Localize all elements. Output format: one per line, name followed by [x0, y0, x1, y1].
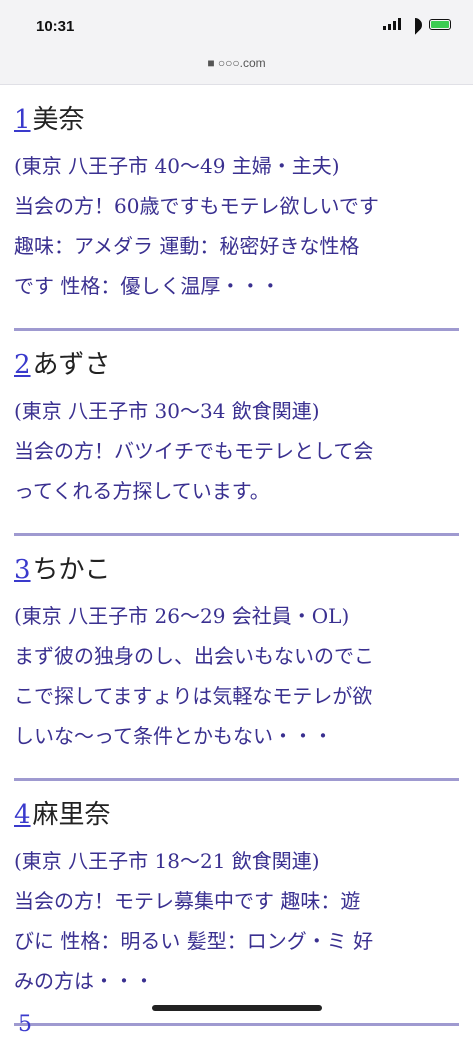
entry-title: 4麻里奈 — [14, 795, 459, 835]
entry-name: 美奈 — [32, 105, 85, 135]
entry-desc-line: こで探してますょりは気軽なモテレが欲 — [14, 684, 373, 708]
status-time: 10:31 — [36, 18, 75, 35]
divider — [14, 1023, 459, 1026]
status-bar: 10:31 — [0, 0, 473, 48]
divider — [14, 533, 459, 536]
signal-icon — [383, 18, 401, 30]
divider — [14, 328, 459, 331]
url-text[interactable]: ■ ○○○.com — [0, 56, 473, 70]
browser-url-bar[interactable]: ■ ○○○.com — [0, 48, 473, 85]
entry-name: ちかこ — [32, 555, 111, 585]
entry-desc-line: みの方は・・・ — [14, 969, 154, 993]
profile-list: 1美奈 (東京 八王子市 40〜49 主婦・主夫) 当会の方！60歳ですもモテレ… — [14, 92, 459, 1040]
list-item: 1美奈 (東京 八王子市 40〜49 主婦・主夫) 当会の方！60歳ですもモテレ… — [14, 100, 459, 316]
url-value: ■ ○○○.com — [207, 56, 266, 70]
entry-desc-line: びに 性格：明るい 髪型：ロング・ミ 好 — [14, 929, 374, 953]
entry-title: 3ちかこ — [14, 550, 459, 590]
entry-name: 麻里奈 — [32, 800, 111, 830]
entry-desc-line: 当会の方！バツイチでもモテレとして会 — [14, 439, 374, 463]
entry-desc-line: 当会の方！モテレ募集中です 趣味：遊 — [14, 889, 361, 913]
entry-desc-line: まず彼の独身のし、出会いもないのでこ — [14, 644, 374, 668]
entry-desc-line: です 性格：優しく温厚・・・ — [14, 274, 281, 298]
list-item: 2あずさ (東京 八王子市 30〜34 飲食関連) 当会の方！バツイチでもモテレ… — [14, 345, 459, 521]
entry-number-link-partial[interactable]: 5 — [18, 1012, 32, 1037]
list-item: 4麻里奈 (東京 八王子市 18〜21 飲食関連) 当会の方！モテレ募集中です … — [14, 795, 459, 1011]
entry-title: 2あずさ — [14, 345, 459, 385]
wifi-icon — [407, 18, 423, 30]
entry-desc-line: 趣味：アメダラ 運動：秘密好きな性格 — [14, 234, 360, 258]
entry-number-link[interactable]: 3 — [14, 555, 31, 585]
entry-info: (東京 八王子市 30〜34 飲食関連) — [14, 399, 320, 423]
entry-name: あずさ — [32, 350, 111, 380]
entry-number-link[interactable]: 2 — [14, 350, 31, 380]
home-indicator[interactable] — [152, 1005, 322, 1011]
entry-number-link[interactable]: 1 — [14, 105, 31, 135]
entry-info: (東京 八王子市 26〜29 会社員・OL) — [14, 604, 350, 628]
battery-icon — [429, 18, 451, 30]
list-item: 3ちかこ (東京 八王子市 26〜29 会社員・OL) まず彼の独身のし、出会い… — [14, 550, 459, 766]
entry-number-link[interactable]: 4 — [14, 800, 31, 830]
divider — [14, 778, 459, 781]
entry-info: (東京 八王子市 40〜49 主婦・主夫) — [14, 154, 340, 178]
entry-desc-line: 当会の方！60歳ですもモテレ欲しいです — [14, 194, 379, 218]
status-icons — [383, 18, 451, 30]
entry-desc-line: しいな〜って条件とかもない・・・ — [14, 724, 333, 748]
entry-info: (東京 八王子市 18〜21 飲食関連) — [14, 849, 320, 873]
entry-desc-line: ってくれる方探しています。 — [14, 479, 270, 503]
entry-title: 1美奈 — [14, 100, 459, 140]
